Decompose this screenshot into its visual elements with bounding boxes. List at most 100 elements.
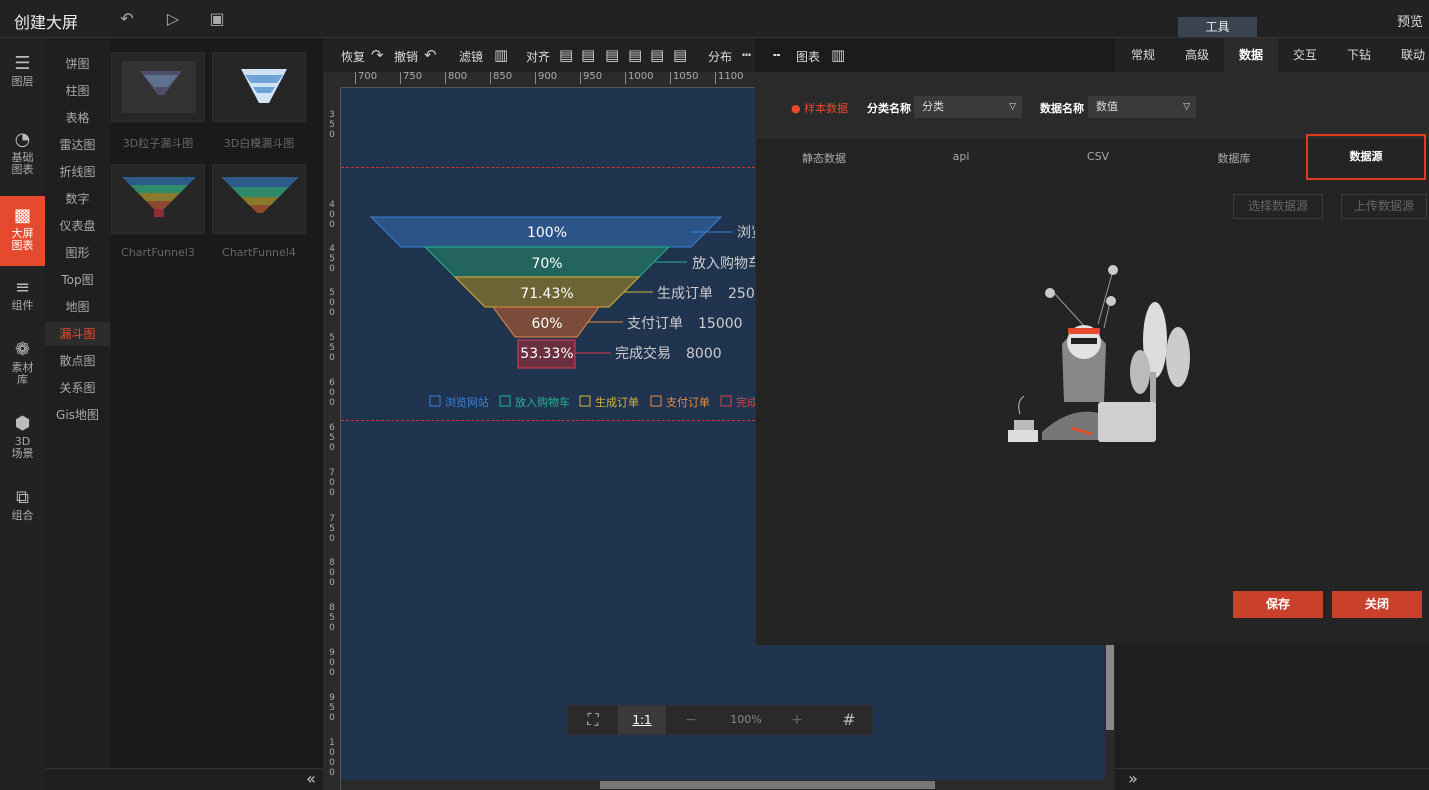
category-item[interactable]: 折线图 (45, 160, 110, 184)
category-item[interactable]: 柱图 (45, 79, 110, 103)
tab-data[interactable]: 数据 (1224, 38, 1278, 72)
category-name-label: 分类名称 (867, 102, 911, 115)
nav-layers[interactable]: ☰ 图层 (0, 52, 45, 98)
chart-icon[interactable]: ▥ (831, 46, 845, 64)
ruler-tick: 800 (329, 558, 335, 588)
vertical-scroll-thumb[interactable] (1106, 645, 1114, 730)
undo-icon[interactable]: ↶ (118, 10, 136, 28)
nav-3d-scene[interactable]: ⬢ 3D场景 (0, 412, 45, 468)
collapse-left-icon[interactable]: « (300, 768, 322, 790)
category-item-active[interactable]: 漏斗图 (45, 322, 110, 346)
redo-icon[interactable]: ↷ (371, 46, 384, 64)
tab-interaction[interactable]: 交互 (1278, 38, 1332, 72)
category-select[interactable]: 分类 ▽ (914, 96, 1022, 118)
legend-item[interactable]: 放入购物车 (515, 395, 570, 409)
editor-toolbar: 恢复 ↷ 撤销 ↶ 滤镜 ▥ 对齐 ▤ ▤ ▤ ▤ ▤ ▤ 分布 ┅ (323, 38, 755, 72)
distribute-h-icon[interactable]: ┅ (742, 46, 751, 64)
legend-item[interactable]: 完成 (736, 395, 755, 409)
category-item[interactable]: Gis地图 (45, 403, 110, 427)
tool-tab[interactable]: 工具 (1178, 17, 1257, 37)
tab-general[interactable]: 常规 (1116, 38, 1170, 72)
align-bottom-icon[interactable]: ▤ (673, 46, 687, 64)
align-center-icon[interactable]: ▤ (581, 46, 595, 64)
category-item[interactable]: 数字 (45, 187, 110, 211)
funnel-chart[interactable]: 100% 70% 71.43% 60% 53.33% 浏览网站 放入购物车 生成… (341, 200, 755, 415)
funnel-pct: 71.43% (520, 286, 573, 302)
play-icon[interactable]: ▷ (164, 10, 182, 28)
tab-linkage[interactable]: 联动 (1386, 38, 1429, 72)
close-button[interactable]: 关闭 (1332, 591, 1422, 618)
selection-guide-top (341, 167, 755, 168)
tab-database[interactable]: 数据库 (1174, 150, 1294, 166)
tab-advanced[interactable]: 高级 (1170, 38, 1224, 72)
thumbnail-chartfunnel4[interactable] (212, 164, 306, 234)
zoom-1-1-button[interactable]: 1:1 (618, 706, 666, 734)
thumbnail-3d-particle-funnel[interactable] (111, 52, 205, 122)
nav-combine[interactable]: ⧉ 组合 (0, 486, 45, 532)
tab-data-source[interactable]: 数据源 (1306, 134, 1426, 180)
ruler-tick: 750 (400, 72, 422, 84)
filter-button[interactable]: 滤镜 (459, 48, 483, 65)
nav-label: 素材库 (11, 361, 34, 386)
redo-button[interactable]: 恢复 (341, 48, 365, 65)
category-item[interactable]: 饼图 (45, 52, 110, 76)
ruler-tick: 450 (329, 244, 335, 274)
screen-chart-icon: ▩ (13, 205, 31, 226)
save-button[interactable]: 保存 (1233, 591, 1323, 618)
nav-big-screen-charts[interactable]: ▩ 大屏图表 (0, 196, 45, 266)
distribute-v-icon[interactable]: ╍ (773, 48, 780, 62)
undo-arrow-icon[interactable]: ↶ (424, 46, 437, 64)
save-icon[interactable]: ▣ (208, 10, 226, 28)
zoom-out-button[interactable]: − (674, 706, 708, 734)
category-item[interactable]: 关系图 (45, 376, 110, 400)
data-select[interactable]: 数值 ▽ (1088, 96, 1196, 118)
tab-csv[interactable]: CSV (1038, 150, 1158, 163)
zoom-in-button[interactable]: + (780, 706, 814, 734)
fit-screen-icon[interactable]: ⛶ (568, 706, 618, 734)
category-item[interactable]: 图形 (45, 241, 110, 265)
ruler-tick: 500 (329, 288, 335, 318)
legend-item[interactable]: 浏览网站 (445, 395, 489, 409)
thumbnail-chartfunnel3[interactable] (111, 164, 205, 234)
tab-drilldown[interactable]: 下钻 (1332, 38, 1386, 72)
select-data-source-button[interactable]: 选择数据源 (1233, 194, 1323, 219)
thumbnail-3d-white-funnel[interactable] (212, 52, 306, 122)
tab-api[interactable]: api (901, 150, 1021, 163)
design-canvas[interactable] (341, 88, 755, 790)
ruler-tick: 700 (329, 468, 335, 498)
align-middle-icon[interactable]: ▤ (628, 46, 642, 64)
grid-icon[interactable]: # (824, 706, 874, 734)
horizontal-scroll-thumb[interactable] (600, 781, 935, 789)
funnel-pct: 70% (531, 256, 562, 272)
data-name-label: 数据名称 (1040, 102, 1084, 115)
category-item[interactable]: Top图 (45, 268, 110, 292)
upload-data-source-button[interactable]: 上传数据源 (1341, 194, 1427, 219)
nav-label: 组合 (11, 509, 34, 522)
align-left-icon[interactable]: ▤ (559, 46, 573, 64)
align-right-icon[interactable]: ▤ (605, 46, 619, 64)
nav-label: 大屏图表 (11, 227, 34, 252)
legend-swatch (650, 395, 662, 407)
category-item[interactable]: 地图 (45, 295, 110, 319)
align-button[interactable]: 对齐 (526, 48, 550, 65)
category-item[interactable]: 仪表盘 (45, 214, 110, 238)
category-item[interactable]: 雷达图 (45, 133, 110, 157)
chart-filter-icon[interactable]: ▥ (494, 46, 508, 64)
nav-basic-charts[interactable]: ◔ 基础图表 (0, 128, 45, 184)
category-item[interactable]: 表格 (45, 106, 110, 130)
ruler-tick: 650 (329, 423, 335, 453)
nav-components[interactable]: ≡ 组件 (0, 276, 45, 322)
tab-static-data[interactable]: 静态数据 (764, 150, 884, 166)
category-item[interactable]: 散点图 (45, 349, 110, 373)
legend-item[interactable]: 生成订单 (595, 395, 639, 409)
legend-item[interactable]: 支付订单 (666, 396, 710, 409)
align-top-icon[interactable]: ▤ (650, 46, 664, 64)
collapse-right-icon[interactable]: » (1122, 768, 1144, 790)
distribute-button[interactable]: 分布 (708, 48, 732, 65)
chart-button[interactable]: 图表 (796, 48, 820, 65)
preview-button[interactable]: 预览 (1397, 11, 1423, 30)
ruler-tick: 950 (329, 693, 335, 723)
undo-button[interactable]: 撤销 (394, 48, 418, 65)
nav-materials[interactable]: ❁ 素材库 (0, 338, 45, 398)
funnel-value: 2500 (728, 286, 755, 302)
